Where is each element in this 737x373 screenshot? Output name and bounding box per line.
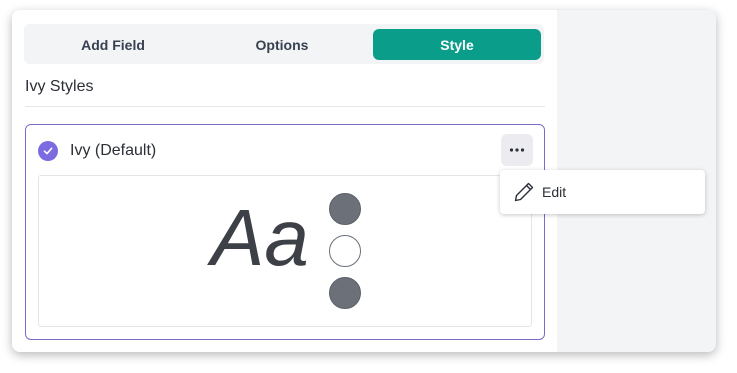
tab-bar: Add Field Options Style	[24, 24, 544, 64]
color-swatch-2	[329, 235, 361, 267]
section-divider	[25, 106, 545, 107]
style-panel: Add Field Options Style Ivy Styles Ivy (…	[12, 10, 557, 352]
style-card-ivy[interactable]: Ivy (Default) Aa	[25, 124, 545, 340]
section-title: Ivy Styles	[25, 78, 94, 95]
pencil-icon	[514, 182, 534, 202]
color-swatch-3	[329, 277, 361, 309]
context-menu: Edit	[500, 170, 705, 214]
more-horizontal-icon	[509, 148, 525, 152]
more-options-button[interactable]	[501, 134, 533, 166]
menu-item-edit[interactable]: Edit	[500, 170, 705, 214]
tab-options[interactable]: Options	[198, 29, 366, 60]
menu-item-label: Edit	[542, 184, 567, 200]
tab-add-field[interactable]: Add Field	[29, 29, 197, 60]
tab-style[interactable]: Style	[373, 29, 541, 60]
style-preview: Aa	[38, 175, 532, 327]
style-name: Ivy (Default)	[70, 142, 157, 159]
font-sample: Aa	[211, 193, 309, 282]
check-icon	[38, 141, 58, 161]
color-swatch-1	[329, 193, 361, 225]
